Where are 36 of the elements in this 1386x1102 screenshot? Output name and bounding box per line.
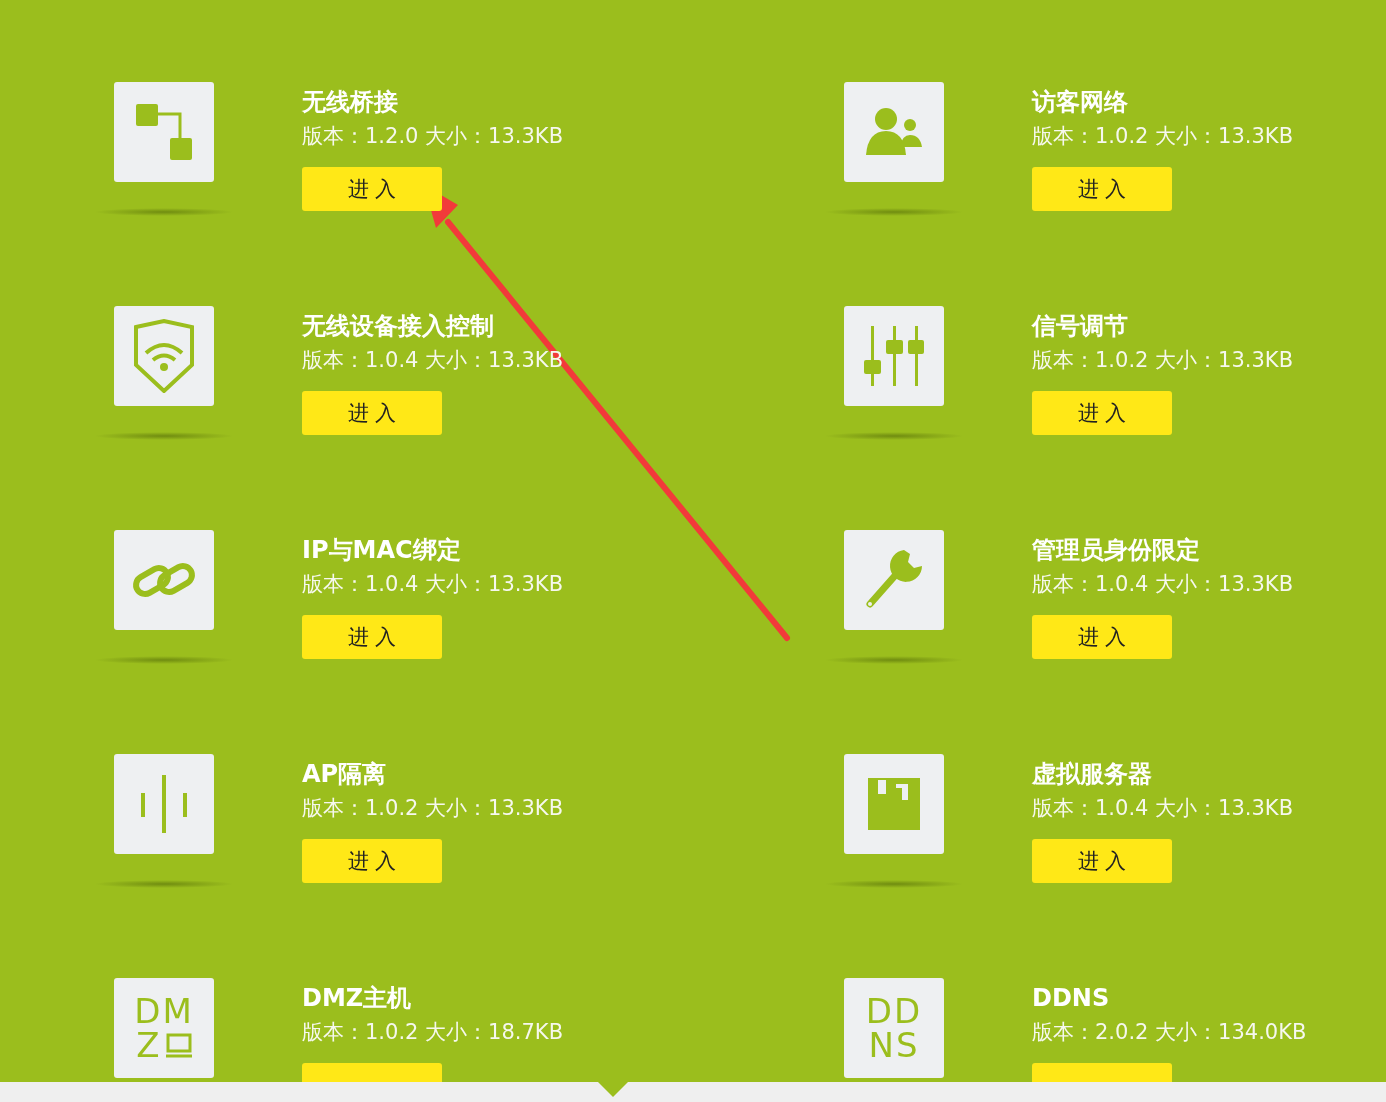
plugin-info: 版本：1.0.2 大小：13.3KB [302, 795, 564, 822]
enter-button[interactable]: 进 入 [1032, 839, 1172, 883]
plugin-info: 版本：1.0.2 大小：13.3KB [1032, 123, 1294, 150]
plugin-info: 版本：1.0.2 大小：18.7KB [302, 1019, 564, 1046]
plugin-title: 信号调节 [1032, 311, 1129, 342]
plugin-info: 版本：1.0.2 大小：13.3KB [1032, 347, 1294, 374]
plugin-title: DMZ主机 [302, 983, 413, 1014]
enter-button[interactable]: 进 入 [302, 391, 442, 435]
enter-button[interactable]: 进 入 [1032, 391, 1172, 435]
plugin-title: 管理员身份限定 [1032, 535, 1201, 566]
notch-icon [598, 1082, 628, 1098]
plugin-info: 版本：1.0.4 大小：13.3KB [302, 571, 564, 598]
plugin-title: DDNS [1032, 983, 1111, 1014]
logo-text: DM Z [134, 994, 194, 1062]
plugin-info: 版本：1.0.4 大小：13.3KB [1032, 795, 1294, 822]
plugin-info: 版本：1.2.0 大小：13.3KB [302, 123, 564, 150]
plugin-title: IP与MAC绑定 [302, 535, 462, 566]
plugin-info: 版本：1.0.4 大小：13.3KB [1032, 571, 1294, 598]
shield-wifi-icon [132, 319, 196, 393]
enter-button[interactable]: 进 入 [302, 615, 442, 659]
diagram-icon [134, 102, 194, 162]
plugin-title: 无线桥接 [302, 87, 399, 118]
plugin-info: 版本：2.0.2 大小：134.0KB [1032, 1019, 1307, 1046]
plugin-title: 虚拟服务器 [1032, 759, 1153, 790]
bars-icon [141, 775, 187, 833]
plugin-title: 访客网络 [1032, 87, 1129, 118]
sliders-icon [863, 326, 925, 386]
enter-button[interactable]: 进 入 [1032, 615, 1172, 659]
plugin-title: 无线设备接入控制 [302, 311, 495, 342]
enter-button[interactable]: 进 入 [302, 167, 442, 211]
enter-button[interactable]: 进 入 [302, 839, 442, 883]
enter-button[interactable]: 进 入 [1032, 167, 1172, 211]
users-icon [864, 107, 924, 157]
floppy-icon [868, 778, 920, 830]
plugin-title: AP隔离 [302, 759, 388, 790]
logo-text: DD NS [865, 994, 923, 1062]
